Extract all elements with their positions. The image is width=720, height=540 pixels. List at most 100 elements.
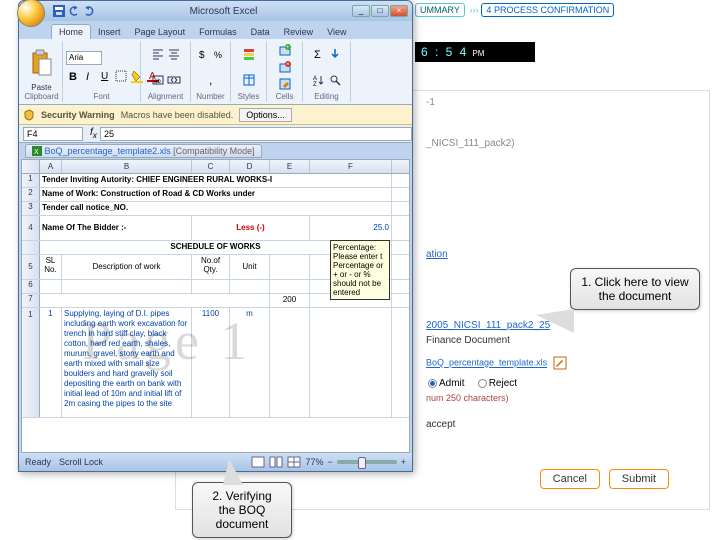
radio-reject[interactable]: [478, 379, 487, 388]
sort-filter-icon[interactable]: AZ: [312, 73, 326, 87]
col-A[interactable]: A: [40, 160, 62, 173]
cell[interactable]: Unit: [230, 255, 270, 279]
cell[interactable]: [270, 280, 310, 293]
cell[interactable]: Less (-): [192, 216, 310, 240]
paste-icon[interactable]: [31, 49, 53, 77]
view-break-icon[interactable]: [287, 456, 301, 468]
workbook-tab[interactable]: X BoQ_percentage_template2.xls [Compatib…: [25, 144, 262, 159]
underline-icon[interactable]: U: [98, 69, 112, 83]
crumb-summary[interactable]: UMMARY: [415, 3, 465, 17]
cell[interactable]: No.of Qty.: [192, 255, 230, 279]
zoom-level[interactable]: 77%: [305, 457, 323, 467]
cell[interactable]: [192, 280, 230, 293]
align-center-icon[interactable]: [167, 47, 181, 61]
insert-cells-icon[interactable]: +: [278, 43, 292, 57]
wrap-text-icon[interactable]: ab: [151, 73, 165, 87]
percent-icon[interactable]: %: [212, 47, 226, 61]
maximize-button[interactable]: □: [371, 5, 389, 17]
col-D[interactable]: D: [230, 160, 270, 173]
italic-icon[interactable]: I: [82, 69, 96, 83]
tab-review[interactable]: Review: [277, 25, 321, 39]
cond-format-icon[interactable]: [242, 47, 256, 61]
security-options-button[interactable]: Options...: [239, 108, 292, 122]
merge-icon[interactable]: [167, 73, 181, 87]
col-E[interactable]: E: [270, 160, 310, 173]
col-F[interactable]: F: [310, 160, 392, 173]
cell[interactable]: [40, 294, 270, 307]
view-normal-icon[interactable]: [251, 456, 265, 468]
cell[interactable]: 1: [40, 308, 62, 417]
link-template-file[interactable]: BoQ_percentage_template.xls: [426, 358, 547, 368]
svg-text:$: $: [199, 50, 205, 61]
row-2[interactable]: 2: [22, 188, 40, 201]
zoom-out-button[interactable]: −: [327, 457, 332, 467]
autosum-icon[interactable]: Σ: [312, 47, 326, 61]
row-item[interactable]: 1: [22, 308, 40, 417]
cell[interactable]: Tender Inviting Autority: CHIEF ENGINEER…: [40, 174, 392, 187]
find-icon[interactable]: [328, 73, 342, 87]
row-spacer[interactable]: [22, 241, 40, 254]
cell[interactable]: m: [230, 308, 270, 417]
close-button[interactable]: ×: [390, 5, 408, 17]
redo-icon[interactable]: [83, 5, 95, 17]
cell[interactable]: 25.0: [310, 216, 392, 240]
zoom-slider[interactable]: [337, 460, 397, 464]
tab-page-layout[interactable]: Page Layout: [128, 25, 193, 39]
cell[interactable]: Name of Work: Construction of Road & CD …: [40, 188, 392, 201]
formula-bar[interactable]: 25: [100, 127, 412, 141]
undo-icon[interactable]: [68, 5, 80, 17]
view-layout-icon[interactable]: [269, 456, 283, 468]
edit-icon[interactable]: [553, 356, 567, 370]
select-all-corner[interactable]: [22, 160, 40, 173]
cell[interactable]: Supplying, laying of D.I. pipes includin…: [62, 308, 192, 417]
tab-data[interactable]: Data: [244, 25, 277, 39]
link-ation[interactable]: ation: [426, 249, 709, 260]
row-6[interactable]: 6: [22, 280, 40, 293]
font-name-box[interactable]: Aria: [66, 51, 102, 65]
cell[interactable]: [62, 280, 192, 293]
col-C[interactable]: C: [192, 160, 230, 173]
office-button[interactable]: [17, 0, 45, 27]
submit-button[interactable]: Submit: [609, 469, 669, 489]
fx-icon[interactable]: fx: [90, 127, 97, 140]
cell[interactable]: Tender call notice_NO.: [40, 202, 392, 215]
row-3[interactable]: 3: [22, 202, 40, 215]
cell[interactable]: Name Of The Bidder :-: [40, 216, 192, 240]
cell[interactable]: [270, 255, 310, 279]
name-box[interactable]: F4: [23, 127, 83, 141]
tab-view[interactable]: View: [320, 25, 353, 39]
row-7[interactable]: 7: [22, 294, 40, 307]
save-icon[interactable]: [53, 5, 65, 17]
cell[interactable]: Description of work: [62, 255, 192, 279]
cell[interactable]: 200: [270, 294, 310, 307]
tab-home[interactable]: Home: [51, 24, 91, 39]
admit-label: Admit: [439, 378, 465, 389]
cell[interactable]: [310, 308, 392, 417]
cell[interactable]: 1100: [192, 308, 230, 417]
row-4[interactable]: 4: [22, 216, 40, 240]
row-1[interactable]: 1: [22, 174, 40, 187]
zoom-in-button[interactable]: +: [401, 457, 406, 467]
delete-cells-icon[interactable]: ×: [278, 60, 292, 74]
cancel-button[interactable]: Cancel: [540, 469, 600, 489]
cell[interactable]: [40, 280, 62, 293]
cell[interactable]: [270, 308, 310, 417]
fill-icon[interactable]: [328, 47, 342, 61]
currency-icon[interactable]: $: [196, 47, 210, 61]
worksheet[interactable]: A B C D E F 1Tender Inviting Autority: C…: [21, 159, 410, 453]
crumb-process[interactable]: 4 PROCESS CONFIRMATION: [481, 3, 614, 17]
cell[interactable]: [230, 280, 270, 293]
minimize-button[interactable]: _: [352, 5, 370, 17]
tab-insert[interactable]: Insert: [91, 25, 128, 39]
bold-icon[interactable]: B: [66, 69, 80, 83]
cell[interactable]: SL No.: [40, 255, 62, 279]
row-5[interactable]: 5: [22, 255, 40, 279]
comma-icon[interactable]: ,: [204, 73, 218, 87]
format-cells-icon[interactable]: [278, 77, 292, 91]
radio-admit[interactable]: [428, 379, 437, 388]
align-left-icon[interactable]: [151, 47, 165, 61]
format-table-icon[interactable]: [242, 73, 256, 87]
col-B[interactable]: B: [62, 160, 192, 173]
tab-formulas[interactable]: Formulas: [192, 25, 244, 39]
border-icon[interactable]: [114, 69, 128, 83]
